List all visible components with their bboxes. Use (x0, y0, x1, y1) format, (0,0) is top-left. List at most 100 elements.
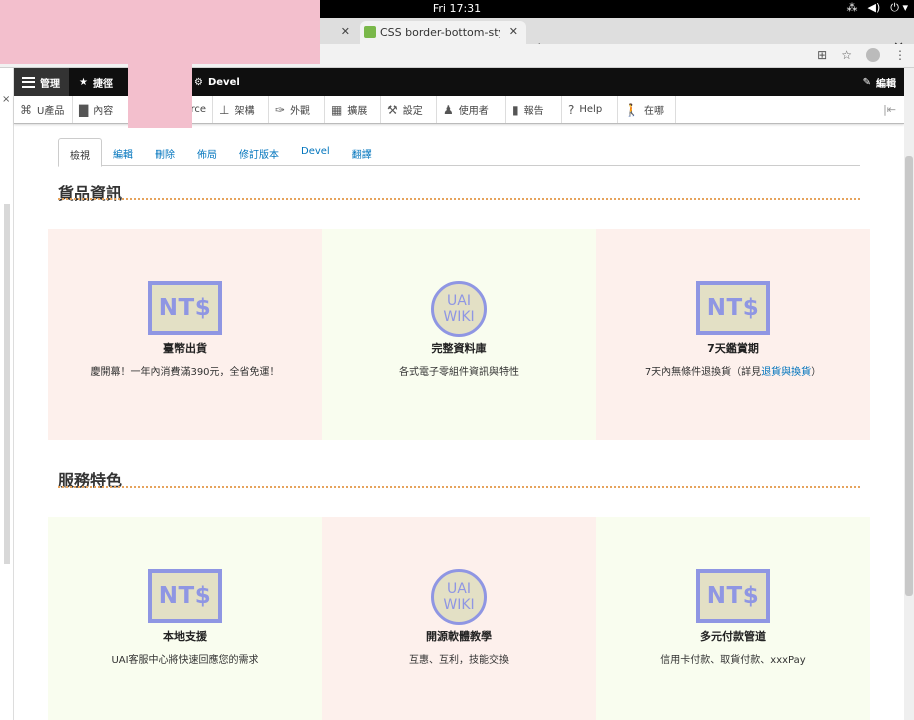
section-divider (58, 198, 860, 200)
toolbar-devel[interactable]: ⚙ Devel (186, 68, 248, 96)
tray-item-reports[interactable]: ▮ 報告 (506, 96, 562, 123)
puzzle-icon: ▦ (331, 102, 343, 117)
tab-translate[interactable]: 翻譯 (341, 138, 383, 166)
toolbar-shortcuts[interactable]: ★ 捷徑 (71, 68, 121, 96)
tray-item-label: Help (579, 104, 603, 115)
tray-item-label: 設定 (402, 106, 423, 117)
translate-icon[interactable]: ⊞ (817, 48, 827, 62)
menu-kebab-icon[interactable]: ⋮ (894, 48, 906, 62)
tray-item-where[interactable]: 🚶 在哪 (618, 96, 676, 123)
tray-item-label: rce (190, 104, 206, 115)
tray-item-people[interactable]: ♟ 使用者 (437, 96, 506, 123)
scrollbar-thumb[interactable] (905, 156, 913, 596)
card-title: 本地支援 (163, 630, 207, 643)
gutter-scroll (4, 204, 10, 564)
toolbar-manage-label: 管理 (40, 78, 60, 90)
feature-card: NT$ 多元付款管道 信用卡付款、取貨付款、xxxPay (596, 517, 870, 720)
card-title: 完整資料庫 (431, 342, 487, 355)
close-tab-icon[interactable]: ✕ (509, 25, 518, 38)
ntd-icon: NT$ (696, 569, 770, 625)
left-gutter: × (0, 68, 14, 720)
toolbar-edit[interactable]: ✎ 編輯 (855, 68, 904, 96)
feature-card-row: NT$ 臺幣出貨 慶開幕！一年內消費滿390元，全省免運！ UAI WIKI 完整… (48, 229, 870, 440)
help-icon: ? (568, 102, 575, 117)
close-icon[interactable]: × (2, 94, 10, 105)
tray-item-structure[interactable]: ⊥ 架構 (213, 96, 269, 123)
tray-item-label: 擴展 (347, 106, 368, 117)
card-desc: 各式電子零組件資訊與特性 (399, 367, 519, 378)
card-title: 臺幣出貨 (163, 342, 207, 355)
card-desc: UAI客服中心將快速回應您的需求 (111, 655, 259, 666)
card-desc: 慶開幕！一年內消費滿390元，全省免運！ (90, 367, 280, 378)
ntd-icon: NT$ (148, 281, 222, 337)
card-title: 開源軟體教學 (426, 630, 492, 643)
tray-item-label: 外觀 (290, 106, 311, 117)
collapse-tray-icon[interactable]: |⇤ (883, 103, 896, 116)
card-desc: 信用卡付款、取貨付款、xxxPay (660, 655, 806, 666)
tab-edit[interactable]: 編輯 (102, 138, 144, 166)
profile-avatar-icon[interactable] (866, 48, 880, 62)
tray-item-label: 架構 (234, 106, 255, 117)
uai-wiki-icon: UAI WIKI (422, 569, 496, 625)
page-icon: ▇ (79, 102, 89, 117)
card-desc: 7天內無條件退換貨（詳見退貨與換貨） (644, 367, 822, 378)
people-icon: ♟ (443, 102, 454, 117)
power-icon[interactable]: ⏻ ▾ (890, 1, 908, 15)
toolbar-manage[interactable]: 管理 (14, 68, 69, 96)
bar-chart-icon: ▮ (512, 102, 519, 117)
feature-card-row: NT$ 本地支援 UAI客服中心將快速回應您的需求 UAI WIKI 開源軟體教學… (48, 517, 870, 720)
brush-icon: ✑ (275, 102, 286, 117)
walking-icon: 🚶 (624, 102, 639, 117)
css-favicon-icon (364, 26, 376, 38)
pencil-icon: ✎ (862, 76, 871, 88)
tray-item-help[interactable]: ? Help (562, 96, 618, 123)
tab-delete[interactable]: 刪除 (144, 138, 186, 166)
card-title: 7天鑑賞期 (707, 342, 759, 355)
volume-icon[interactable]: ◀) (868, 1, 881, 15)
toolbar-devel-label: Devel (207, 76, 240, 88)
local-tasks-tabs: 檢視 編輯 刪除 佈局 修訂版本 Devel 翻譯 (58, 138, 860, 167)
bookmark-star-icon[interactable]: ☆ (841, 48, 852, 62)
tray-item-label: U產品 (37, 106, 65, 117)
toolbar-edit-label: 編輯 (876, 78, 896, 90)
redaction-block (0, 0, 320, 64)
ntd-icon: NT$ (148, 569, 222, 625)
feature-card: NT$ 本地支援 UAI客服中心將快速回應您的需求 (48, 517, 322, 720)
uai-wiki-icon: UAI WIKI (422, 281, 496, 337)
tray-item-config[interactable]: ⚒ 設定 (381, 96, 437, 123)
network-icon[interactable]: ⁂ (847, 1, 858, 15)
ntd-icon: NT$ (696, 281, 770, 337)
feature-card: UAI WIKI 完整資料庫 各式電子零組件資訊與特性 (322, 229, 596, 440)
tray-item-products[interactable]: ⌘ U產品 (14, 96, 73, 123)
feature-card: UAI WIKI 開源軟體教學 互惠、互利，技能交換 (322, 517, 596, 720)
page-scrollbar[interactable] (904, 68, 914, 720)
toolbar-shortcuts-label: 捷徑 (92, 78, 113, 90)
tray-item-label: 使用者 (458, 106, 489, 117)
tray-item-appearance[interactable]: ✑ 外觀 (269, 96, 325, 123)
section-divider (58, 486, 860, 488)
card-title: 多元付款管道 (700, 630, 766, 643)
tray-item-label: 報告 (523, 106, 544, 117)
tray-item-label: 內容 (93, 106, 114, 117)
tray-item-extend[interactable]: ▦ 擴展 (325, 96, 381, 123)
tab-title: CSS border-bottom-style (380, 26, 500, 39)
tab-revisions[interactable]: 修訂版本 (228, 138, 290, 166)
wrench-icon: ⚒ (387, 102, 398, 117)
returns-link[interactable]: 退貨與換貨 (761, 367, 811, 378)
close-tab-icon[interactable]: ✕ (341, 25, 350, 38)
browser-actions: ⊞ ☆ ⋮ (817, 48, 906, 62)
tray-item-content[interactable]: ▇ 內容 (73, 96, 129, 123)
star-icon: ★ (79, 76, 88, 88)
redaction-block (128, 64, 192, 128)
feature-card: NT$ 臺幣出貨 慶開幕！一年內消費滿390元，全省免運！ (48, 229, 322, 440)
section-heading: 貨品資訊 (58, 184, 123, 203)
sitemap-icon: ⊥ (219, 102, 230, 117)
tab-layout[interactable]: 佈局 (186, 138, 228, 166)
os-system-tray[interactable]: ⁂ ◀) ⏻ ▾ (847, 1, 909, 15)
gear-icon: ⚙ (194, 76, 203, 88)
browser-tab-active[interactable]: CSS border-bottom-style ✕ (360, 21, 526, 44)
feature-card: NT$ 7天鑑賞期 7天內無條件退換貨（詳見退貨與換貨） (596, 229, 870, 440)
tab-view[interactable]: 檢視 (58, 138, 102, 167)
tab-devel[interactable]: Devel (290, 138, 341, 166)
card-desc: 互惠、互利，技能交換 (409, 655, 509, 666)
